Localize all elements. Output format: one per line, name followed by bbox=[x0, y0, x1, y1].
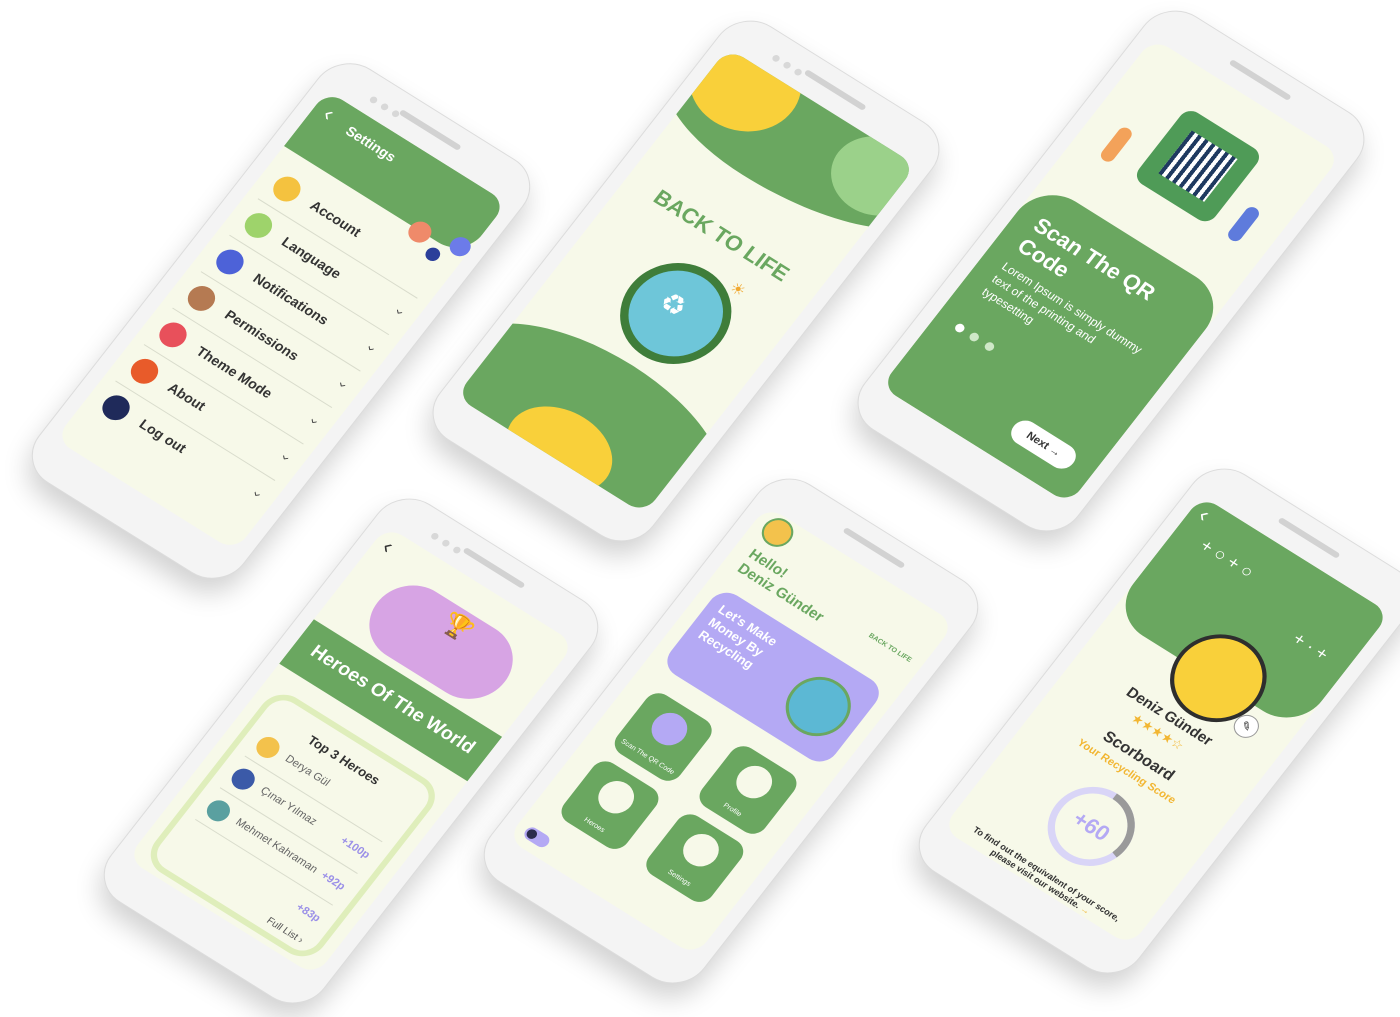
chevron-down-icon: › bbox=[249, 489, 267, 502]
page-dot bbox=[967, 331, 982, 344]
settings-screen: ‹ Settings Account Language › Notificati… bbox=[54, 90, 508, 552]
about-icon bbox=[125, 354, 164, 389]
heroes-phone: ‹ 🏆 Heroes Of The World Top 3 Heroes Der… bbox=[88, 485, 614, 1017]
home-screen: Hello! Deniz Günder BACK TO LIFE Let's M… bbox=[506, 505, 956, 957]
permissions-icon bbox=[182, 281, 221, 316]
decor-circle-navy bbox=[422, 245, 444, 264]
settings-phone: ‹ Settings Account Language › Notificati… bbox=[16, 50, 546, 592]
profile-icon bbox=[729, 759, 780, 805]
account-icon bbox=[267, 171, 306, 207]
theme-icon bbox=[153, 317, 193, 353]
chevron-down-icon: › bbox=[392, 306, 409, 320]
home-phone: Hello! Deniz Günder BACK TO LIFE Let's M… bbox=[468, 465, 994, 997]
heroes-icon bbox=[591, 774, 642, 820]
chevron-down-icon: › bbox=[363, 343, 381, 356]
settings-item-notifications[interactable]: Notifications bbox=[250, 270, 332, 328]
settings-item-about[interactable]: About bbox=[165, 380, 209, 414]
brand-label: BACK TO LIFE bbox=[866, 632, 913, 664]
person-figure bbox=[1098, 125, 1135, 165]
splash-screen: BACK TO LIFE ♻ ☀ bbox=[455, 47, 917, 515]
back-button[interactable]: ‹ bbox=[377, 534, 399, 558]
language-icon bbox=[239, 208, 278, 243]
theme-toggle[interactable] bbox=[521, 824, 553, 850]
splash-phone: BACK TO LIFE ♻ ☀ bbox=[417, 7, 955, 555]
chevron-down-icon: › bbox=[306, 416, 324, 429]
onboarding-screen: Scan The QR Code Lorem Ipsum is simply d… bbox=[880, 37, 1342, 505]
chevron-down-icon: › bbox=[335, 379, 352, 393]
settings-item-permissions[interactable]: Permissions bbox=[222, 307, 303, 364]
moon-icon bbox=[524, 827, 540, 841]
settings-item-language[interactable]: Language bbox=[279, 234, 345, 282]
gear-icon bbox=[676, 827, 726, 873]
heroes-screen: ‹ 🏆 Heroes Of The World Top 3 Heroes Der… bbox=[126, 525, 576, 977]
onboarding-phone: Scan The QR Code Lorem Ipsum is simply d… bbox=[842, 0, 1380, 545]
settings-item-theme-mode[interactable]: Theme Mode bbox=[193, 343, 275, 401]
person-figure bbox=[1225, 204, 1262, 244]
qr-code-icon bbox=[644, 706, 695, 752]
avatar bbox=[755, 512, 800, 553]
chevron-down-icon: › bbox=[278, 452, 295, 465]
profile-screen: ‹ + ○ + ○ + · + ✎ Deniz Günder ★★★★☆ Sco… bbox=[941, 495, 1391, 947]
profile-phone: ‹ + ○ + ○ + · + ✎ Deniz Günder ★★★★☆ Sco… bbox=[903, 455, 1400, 987]
next-label: Next bbox=[1023, 429, 1052, 452]
arrow-right-icon: → bbox=[1046, 444, 1064, 460]
logout-icon bbox=[96, 390, 136, 425]
bell-icon bbox=[210, 244, 250, 280]
